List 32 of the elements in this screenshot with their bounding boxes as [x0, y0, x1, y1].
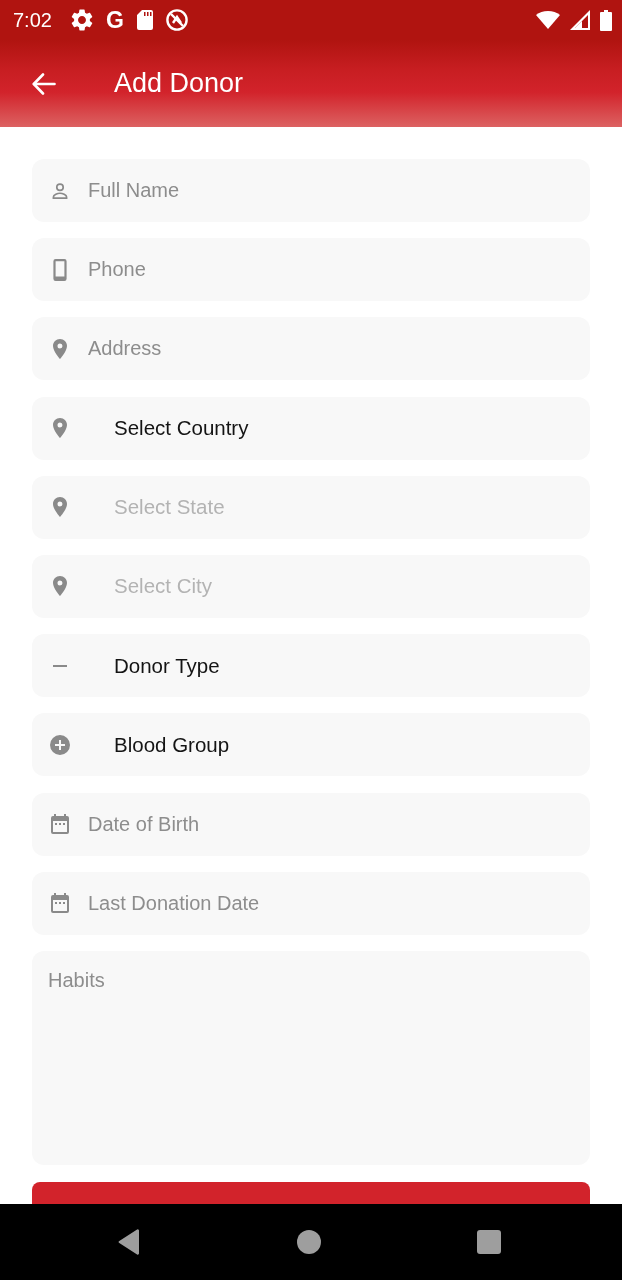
- donor-type-dropdown[interactable]: Donor Type: [32, 634, 590, 698]
- signal-icon: [570, 10, 590, 30]
- address-field[interactable]: Address: [32, 317, 590, 381]
- phone-icon: [53, 258, 67, 281]
- blocked-circle-icon: [165, 9, 188, 31]
- phone-field[interactable]: Phone: [32, 238, 590, 302]
- full-name-field[interactable]: Full Name: [32, 159, 590, 222]
- home-circle-icon[interactable]: [296, 1230, 321, 1254]
- back-triangle-icon[interactable]: [118, 1229, 140, 1255]
- back-button[interactable]: [32, 72, 56, 95]
- minus-icon: [53, 664, 67, 667]
- gear-icon: [70, 9, 93, 31]
- habits-field[interactable]: Habits: [32, 950, 590, 1165]
- back-arrow-icon: [32, 72, 56, 95]
- date-field[interactable]: Last Donation Date: [32, 871, 590, 935]
- location-pin-icon: [53, 418, 67, 439]
- calendar-icon: [51, 814, 69, 834]
- location-pin-icon: [53, 338, 67, 359]
- battery-icon: [600, 9, 612, 31]
- location-pin-icon: [53, 576, 67, 597]
- calendar-icon: [51, 893, 69, 914]
- submit-button[interactable]: [32, 1181, 590, 1204]
- wifi-icon: [536, 11, 560, 29]
- location-pin-icon: [53, 497, 67, 518]
- screen-title: Add Donor: [114, 68, 244, 99]
- date-field[interactable]: Date of Birth: [32, 792, 590, 856]
- status-time: 7:02: [13, 8, 52, 32]
- notification-letter: G: [105, 8, 124, 32]
- sd-card-icon: [136, 10, 153, 30]
- blood-group-dropdown[interactable]: Blood Group: [32, 713, 590, 777]
- location-dropdown[interactable]: Select Country: [32, 396, 590, 460]
- person-icon: [52, 182, 68, 199]
